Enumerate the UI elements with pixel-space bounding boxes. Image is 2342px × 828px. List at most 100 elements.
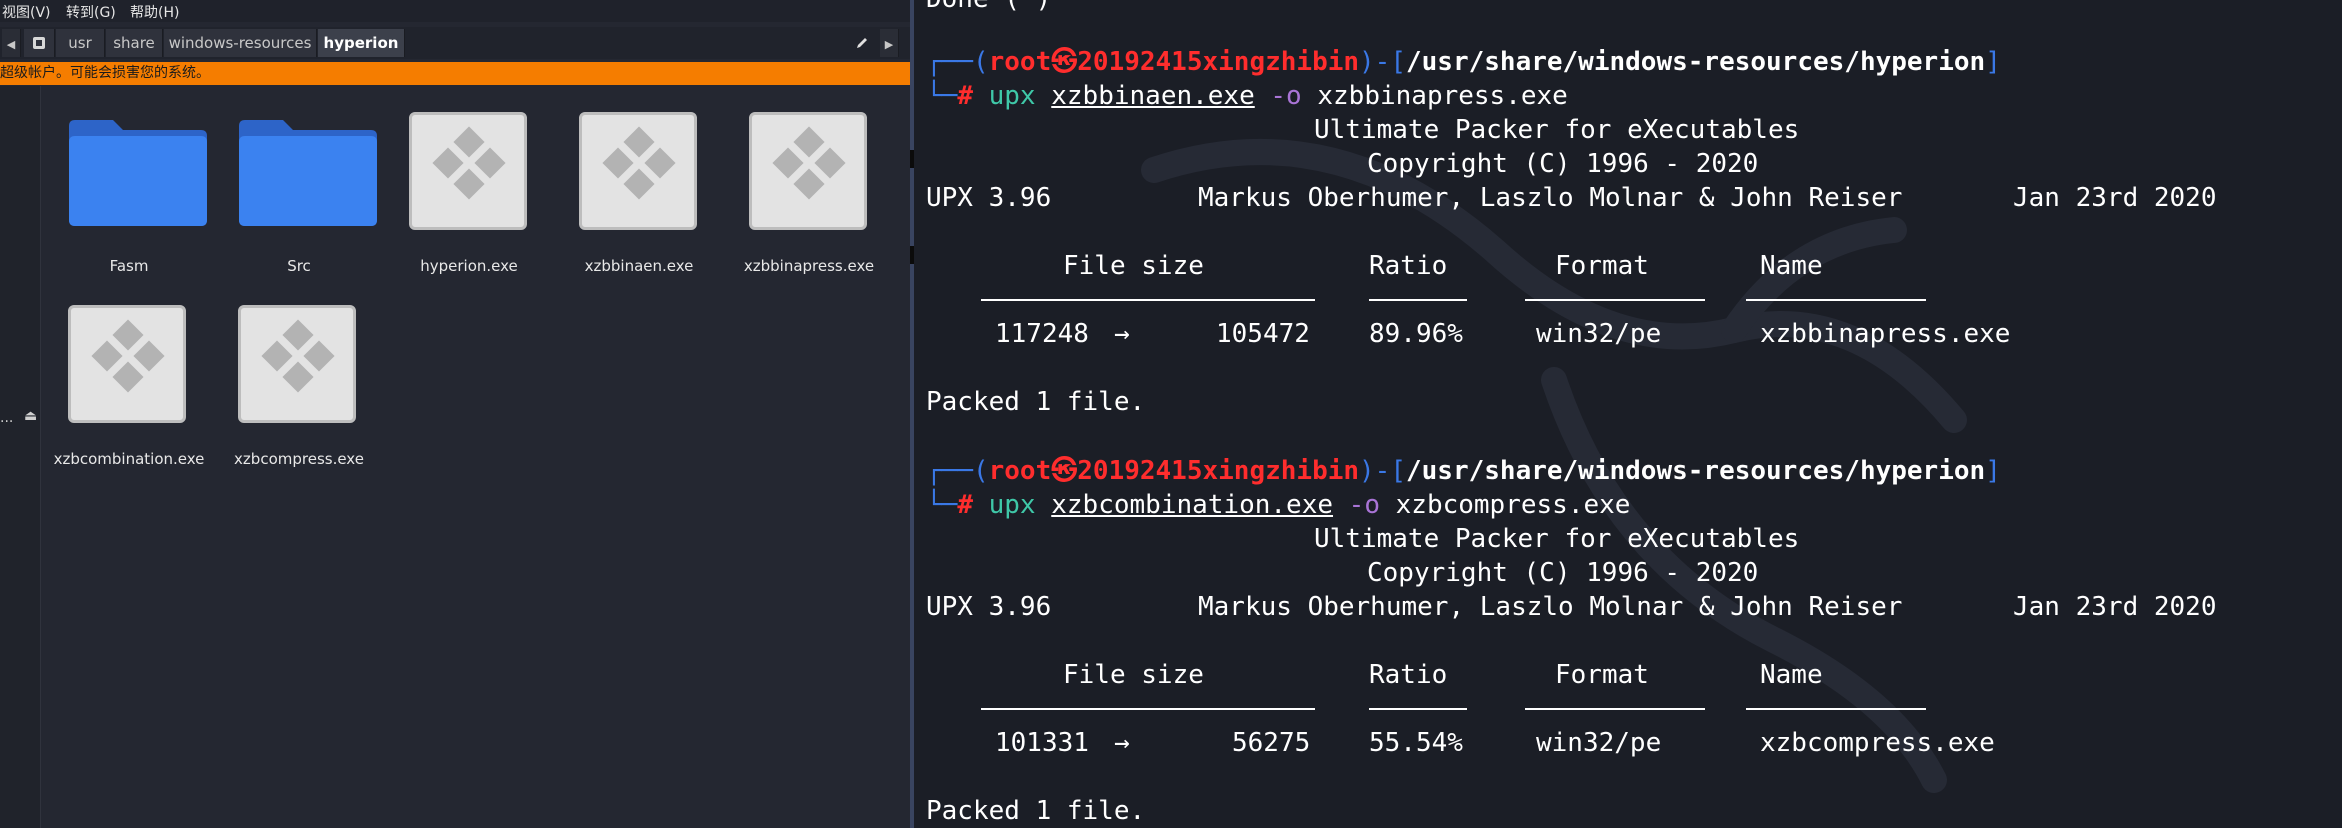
packed-result: Packed 1 file. [926, 387, 1146, 417]
upx-date: Jan 23rd 2020 [2013, 183, 2217, 213]
crumb-windows-resources[interactable]: windows-resources [164, 29, 317, 57]
header-ratio: Ratio [1369, 660, 1448, 690]
executable-icon [238, 305, 356, 423]
format-value: win32/pe [1536, 728, 1662, 758]
table-rule [981, 708, 1315, 710]
file-manager-window: 视图(V) 转到(G) 帮助(H) ◀ usr share windows-re… [0, 0, 910, 828]
prompt-path: /usr/share/windows-resources/hyperion [1406, 456, 1986, 486]
upx-date: Jan 23rd 2020 [2013, 592, 2217, 622]
prompt-host: 20192415xingzhibin [1077, 47, 1360, 77]
folder-icon [69, 120, 207, 226]
crumb-hyperion[interactable]: hyperion [318, 29, 405, 57]
executable-icon [579, 112, 697, 230]
file-name: Src [287, 257, 311, 275]
scroll-left-button[interactable]: ◀ [2, 29, 21, 57]
partial-line: Done (·) [926, 0, 1051, 14]
arrow: → [1114, 319, 1130, 349]
table-rule [1746, 708, 1926, 710]
file-item-xzbcombination-exe[interactable]: xzbcombination.exe [34, 305, 224, 471]
upx-copyright: Copyright (C) 1996 - 2020 [1367, 558, 1759, 588]
command-output-file: xzbcompress.exe [1395, 490, 1631, 520]
arrow: → [1114, 728, 1130, 758]
header-file-size: File size [1063, 251, 1204, 281]
header-ratio: Ratio [1369, 251, 1448, 281]
upx-version: UPX 3.96 [926, 592, 1052, 622]
prompt-at: ㉿ [1051, 456, 1078, 486]
packed-size: 105472 [1216, 319, 1310, 349]
command-name: upx [988, 81, 1036, 111]
upx-copyright: Copyright (C) 1996 - 2020 [1367, 149, 1759, 179]
prompt-hash: # [957, 490, 973, 520]
crumb-usr[interactable]: usr [56, 29, 105, 57]
table-rule [1525, 708, 1705, 710]
file-name: xzbcombination.exe [53, 450, 205, 468]
file-item-src[interactable]: Src [224, 118, 377, 278]
packed-name: xzbcompress.exe [1760, 728, 1995, 758]
upx-banner: Ultimate Packer for eXecutables [1314, 115, 1800, 145]
command-input-file: xzbcombination.exe [1051, 490, 1334, 520]
upx-authors: Markus Oberhumer, Laszlo Molnar & John R… [1198, 183, 1903, 213]
prompt-user: root [988, 456, 1052, 486]
edit-path-button[interactable] [848, 29, 876, 57]
file-name: xzbbinapress.exe [743, 257, 875, 275]
prompt-hash: # [957, 81, 973, 111]
file-item-xzbbinaen-exe[interactable]: xzbbinaen.exe [544, 112, 734, 278]
place-label[interactable]: ... [0, 410, 13, 426]
table-rule [1369, 299, 1467, 301]
header-file-size: File size [1063, 660, 1204, 690]
file-name: xzbcompress.exe [234, 450, 364, 468]
crumb-share[interactable]: share [106, 29, 163, 57]
command-output-file: xzbbinapress.exe [1317, 81, 1568, 111]
upx-version: UPX 3.96 [926, 183, 1052, 213]
header-format: Format [1555, 660, 1649, 690]
original-size: 117248 [995, 319, 1089, 349]
ratio-value: 55.54% [1369, 728, 1463, 758]
file-name: hyperion.exe [420, 257, 518, 275]
menu-help[interactable]: 帮助(H) [130, 2, 179, 22]
file-item-xzbbinapress-exe[interactable]: xzbbinapress.exe [714, 112, 904, 278]
root-location-button[interactable] [24, 29, 55, 57]
drive-icon [33, 37, 45, 49]
prompt-path: /usr/share/windows-resources/hyperion [1406, 47, 1986, 77]
file-item-hyperion-exe[interactable]: hyperion.exe [374, 112, 564, 278]
header-name: Name [1760, 251, 1823, 281]
command-input-file: xzbbinaen.exe [1051, 81, 1255, 111]
upx-authors: Markus Oberhumer, Laszlo Molnar & John R… [1198, 592, 1903, 622]
original-size: 101331 [995, 728, 1089, 758]
pencil-icon [857, 38, 867, 48]
packed-name: xzbbinapress.exe [1760, 319, 2011, 349]
scroll-right-button[interactable]: ▶ [880, 29, 899, 57]
chevron-left-icon: ◀ [6, 38, 16, 51]
menu-goto[interactable]: 转到(G) [66, 2, 116, 22]
packed-size: 56275 [1232, 728, 1311, 758]
prompt-at: ㉿ [1051, 47, 1078, 77]
terminal-window[interactable]: Done (·) ┌──(root㉿20192415xingzhibin)-[/… [914, 0, 2342, 828]
root-warning-bar: 超级帐户。可能会损害您的系统。 [0, 62, 910, 85]
file-item-fasm[interactable]: Fasm [54, 118, 207, 278]
table-rule [1746, 299, 1926, 301]
command-line: └─# upx xzbbinaen.exe -o xzbbinapress.ex… [926, 81, 1568, 111]
file-name: xzbbinaen.exe [584, 257, 694, 275]
prompt-line: ┌──(root㉿20192415xingzhibin)-[/usr/share… [926, 456, 2001, 486]
file-item-xzbcompress-exe[interactable]: xzbcompress.exe [204, 305, 394, 471]
warning-text: 超级帐户。可能会损害您的系统。 [0, 65, 210, 81]
ratio-value: 89.96% [1369, 319, 1463, 349]
menu-bar: 视图(V) 转到(G) 帮助(H) [0, 0, 910, 22]
header-name: Name [1760, 660, 1823, 690]
packed-result: Packed 1 file. [926, 796, 1146, 826]
table-rule [1525, 299, 1705, 301]
folder-icon [239, 120, 377, 226]
table-rule [1369, 708, 1467, 710]
command-name: upx [988, 490, 1036, 520]
prompt-line: ┌──(root㉿20192415xingzhibin)-[/usr/share… [926, 47, 2001, 77]
format-value: win32/pe [1536, 319, 1662, 349]
command-flag: -o [1348, 490, 1380, 520]
prompt-user: root [988, 47, 1052, 77]
file-name: Fasm [109, 257, 149, 275]
header-format: Format [1555, 251, 1649, 281]
chevron-right-icon: ▶ [884, 38, 894, 51]
menu-view[interactable]: 视图(V) [2, 2, 51, 22]
command-flag: -o [1270, 81, 1302, 111]
prompt-host: 20192415xingzhibin [1077, 456, 1360, 486]
table-rule [981, 299, 1315, 301]
